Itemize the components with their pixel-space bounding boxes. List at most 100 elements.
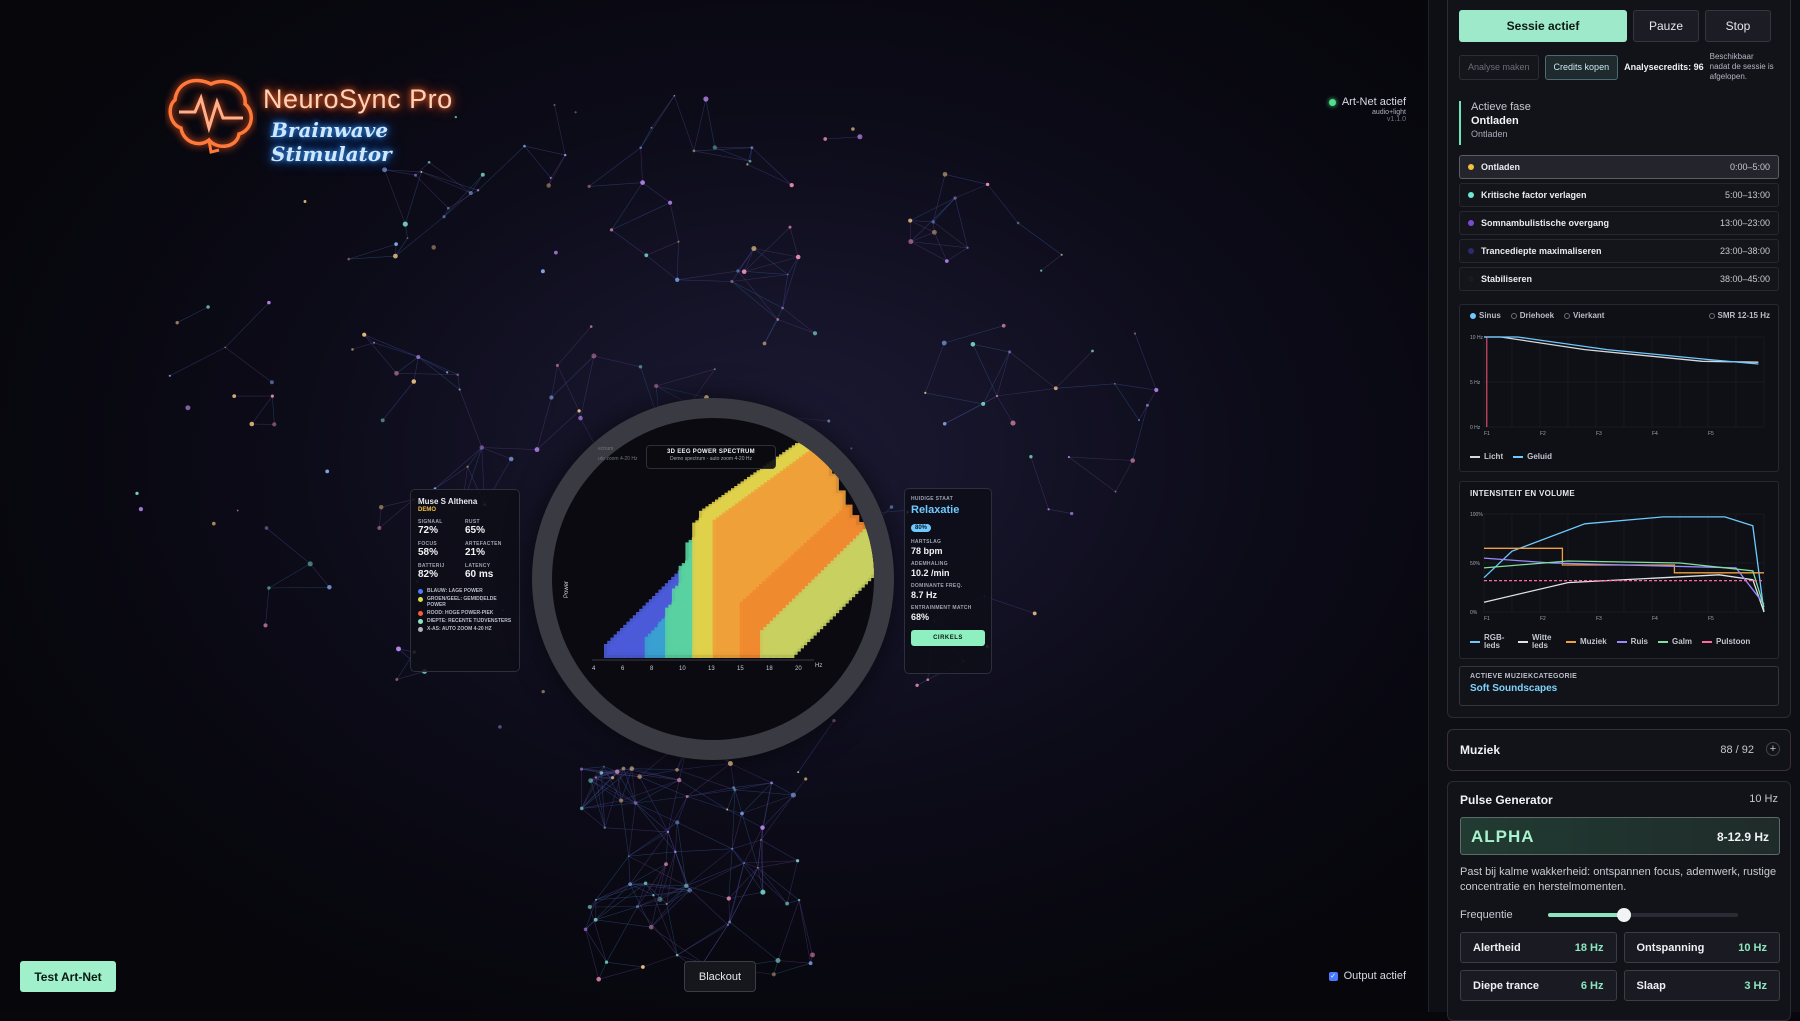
test-artnet-button[interactable]: Test Art-Net: [20, 961, 116, 992]
pulse-generator-card: Pulse Generator 10 Hz ALPHA 8-12.9 Hz Pa…: [1447, 781, 1791, 1021]
radio-icon[interactable]: [1511, 313, 1517, 319]
waveform-selector: Sinus Driehoek Vierkant SMR 12-15 Hz: [1470, 311, 1770, 320]
music-category-label: ACTIEVE MUZIEKCATEGORIE: [1470, 673, 1768, 680]
waveform-option-label: Vierkant: [1573, 311, 1604, 320]
breath-value: 10.2 /min: [911, 568, 985, 578]
frequency-preset-button[interactable]: Ontspanning10 Hz: [1624, 932, 1781, 963]
band-name: ALPHA: [1471, 827, 1535, 847]
radio-icon[interactable]: [1564, 313, 1570, 319]
chart-legend-item: Muziek: [1566, 634, 1607, 650]
spectrum-x-tick: 4: [592, 666, 596, 672]
status-dot-icon: [1329, 99, 1336, 106]
intensity-chart: 100%50%0%F1F2F3F4F5: [1468, 506, 1772, 626]
intensity-title: INTENSITEIT EN VOLUME: [1470, 489, 1575, 498]
phase-item[interactable]: Stabiliseren38:00–45:00: [1459, 267, 1779, 291]
spectrum-x-tick: 6: [621, 666, 625, 672]
phase-dot-icon: [1468, 248, 1474, 254]
waveform-option[interactable]: Sinus: [1470, 311, 1501, 320]
phase-list: Ontladen0:00–5:00 Kritische factor verlag…: [1459, 155, 1779, 295]
device-metrics: SIGNAAL72%RUST65%FOCUS58%ARTEFACTEN21%BA…: [418, 519, 512, 580]
artnet-status-label: Art-Net actief: [1342, 96, 1406, 108]
frequency-preset-button[interactable]: Alertheid18 Hz: [1460, 932, 1617, 963]
phase-dot-icon: [1468, 220, 1474, 226]
phase-time: 0:00–5:00: [1730, 162, 1770, 172]
phase-name: Trancediepte maximaliseren: [1481, 246, 1602, 256]
waveform-option[interactable]: Vierkant: [1564, 311, 1604, 320]
legend-item: GROEN/GEEL: GEMIDDELDE POWER: [418, 596, 512, 608]
music-card[interactable]: Muziek 88 / 92 +: [1447, 729, 1791, 771]
spectrum-header: 3D EEG POWER SPECTRUM Demo spectrum - au…: [646, 445, 776, 469]
frequency-preset-button[interactable]: Slaap3 Hz: [1624, 970, 1781, 1001]
music-category: ACTIEVE MUZIEKCATEGORIE Soft Soundscapes: [1459, 666, 1779, 706]
spectrum-x-tick: 13: [708, 666, 715, 672]
metric: LATENCY60 ms: [465, 563, 512, 580]
metric-value: 60 ms: [465, 569, 512, 580]
spectrum-subtitle: Demo spectrum - auto zoom 4-20 Hz: [651, 456, 771, 462]
metric-value: 72%: [418, 525, 465, 536]
legend-label: Galm: [1672, 638, 1692, 646]
heart-label: HARTSLAG: [911, 539, 985, 545]
chart-legend-item: Pulstoon: [1702, 634, 1750, 650]
active-phase-sub: Ontladen: [1471, 129, 1759, 139]
frequency-preset-button[interactable]: Diepe trance6 Hz: [1460, 970, 1617, 1001]
intensity-chart-box: INTENSITEIT EN VOLUME 100%50%0%F1F2F3F4F…: [1459, 481, 1779, 659]
legend-item: ROOD: HOGE POWER-PIEK: [418, 610, 512, 616]
series-line: [1484, 337, 1758, 362]
y-tick: 10 Hz: [1470, 335, 1484, 341]
active-phase-label: Actieve fase: [1471, 101, 1759, 113]
x-tick: F2: [1540, 431, 1546, 437]
slider-handle[interactable]: [1617, 908, 1631, 922]
phase-item[interactable]: Kritische factor verlagen 5:00–13:00: [1459, 183, 1779, 207]
pulse-title: Pulse Generator: [1460, 793, 1553, 807]
demo-badge: DEMO: [418, 507, 512, 513]
ghost-line-1: ectrum: [598, 446, 637, 452]
legend-label: BLAUW: LAGE POWER: [427, 588, 483, 594]
radio-icon[interactable]: [1709, 313, 1715, 319]
chart-legend-item: Witte leds: [1518, 634, 1556, 650]
phase-item[interactable]: Somnambulistische overgang13:00–23:00: [1459, 211, 1779, 235]
analyse-button[interactable]: Analyse maken: [1459, 55, 1539, 80]
circles-button[interactable]: CIRKELS: [911, 630, 985, 646]
pause-button[interactable]: Pauze: [1633, 10, 1699, 42]
preset-name: Ontspanning: [1637, 942, 1705, 954]
y-tick: 50%: [1470, 561, 1481, 567]
legend-label: Muziek: [1580, 638, 1607, 646]
spectrum-title: 3D EEG POWER SPECTRUM: [651, 449, 771, 455]
x-tick: F3: [1596, 431, 1602, 437]
waveform-option-label: Driehoek: [1520, 311, 1554, 320]
chart-legend-item: RGB-leds: [1470, 634, 1508, 650]
phase-time: 5:00–13:00: [1725, 190, 1770, 200]
smr-option[interactable]: SMR 12-15 Hz: [1709, 311, 1770, 320]
freq-label: DOMINANTE FREQ.: [911, 583, 985, 589]
legend-label: Geluid: [1527, 453, 1552, 461]
legend-label: Witte leds: [1532, 634, 1556, 650]
phase-name: Kritische factor verlagen: [1481, 190, 1587, 200]
chart-legend-item: Galm: [1658, 634, 1692, 650]
phase-item[interactable]: Trancediepte maximaliseren23:00–38:00: [1459, 239, 1779, 263]
frequency-slider[interactable]: [1548, 913, 1738, 917]
phase-name: Stabiliseren: [1481, 274, 1532, 284]
phase-item[interactable]: Ontladen0:00–5:00: [1459, 155, 1779, 179]
stop-button[interactable]: Stop: [1705, 10, 1771, 42]
session-active-button[interactable]: Sessie actief: [1459, 10, 1627, 42]
spectrum-x-tick: 20: [795, 666, 802, 672]
active-phase-name: Ontladen: [1471, 115, 1759, 127]
metric: SIGNAAL72%: [418, 519, 465, 536]
credits-count: Analysecredits: 96: [1624, 62, 1704, 72]
checkbox-checked-icon[interactable]: ✓: [1329, 972, 1338, 981]
preset-name: Alertheid: [1473, 942, 1521, 954]
expand-plus-icon[interactable]: +: [1766, 742, 1780, 756]
radio-icon[interactable]: [1470, 313, 1476, 319]
buy-credits-button[interactable]: Credits kopen: [1545, 55, 1619, 80]
waveform-option[interactable]: Driehoek: [1511, 311, 1554, 320]
y-tick: 0%: [1470, 610, 1478, 616]
output-active-toggle[interactable]: ✓ Output actief: [1329, 970, 1406, 982]
legend-swatch-icon: [1566, 641, 1576, 643]
heart-value: 78 bpm: [911, 546, 985, 556]
output-active-label: Output actief: [1344, 970, 1406, 982]
blackout-button[interactable]: Blackout: [684, 961, 756, 992]
legend-swatch-icon: [1513, 456, 1523, 458]
spectrum-x-tick: 18: [766, 666, 773, 672]
frequency-label: Frequentie: [1460, 909, 1513, 921]
analysis-row: Analyse maken Credits kopen Analysecredi…: [1459, 48, 1777, 86]
